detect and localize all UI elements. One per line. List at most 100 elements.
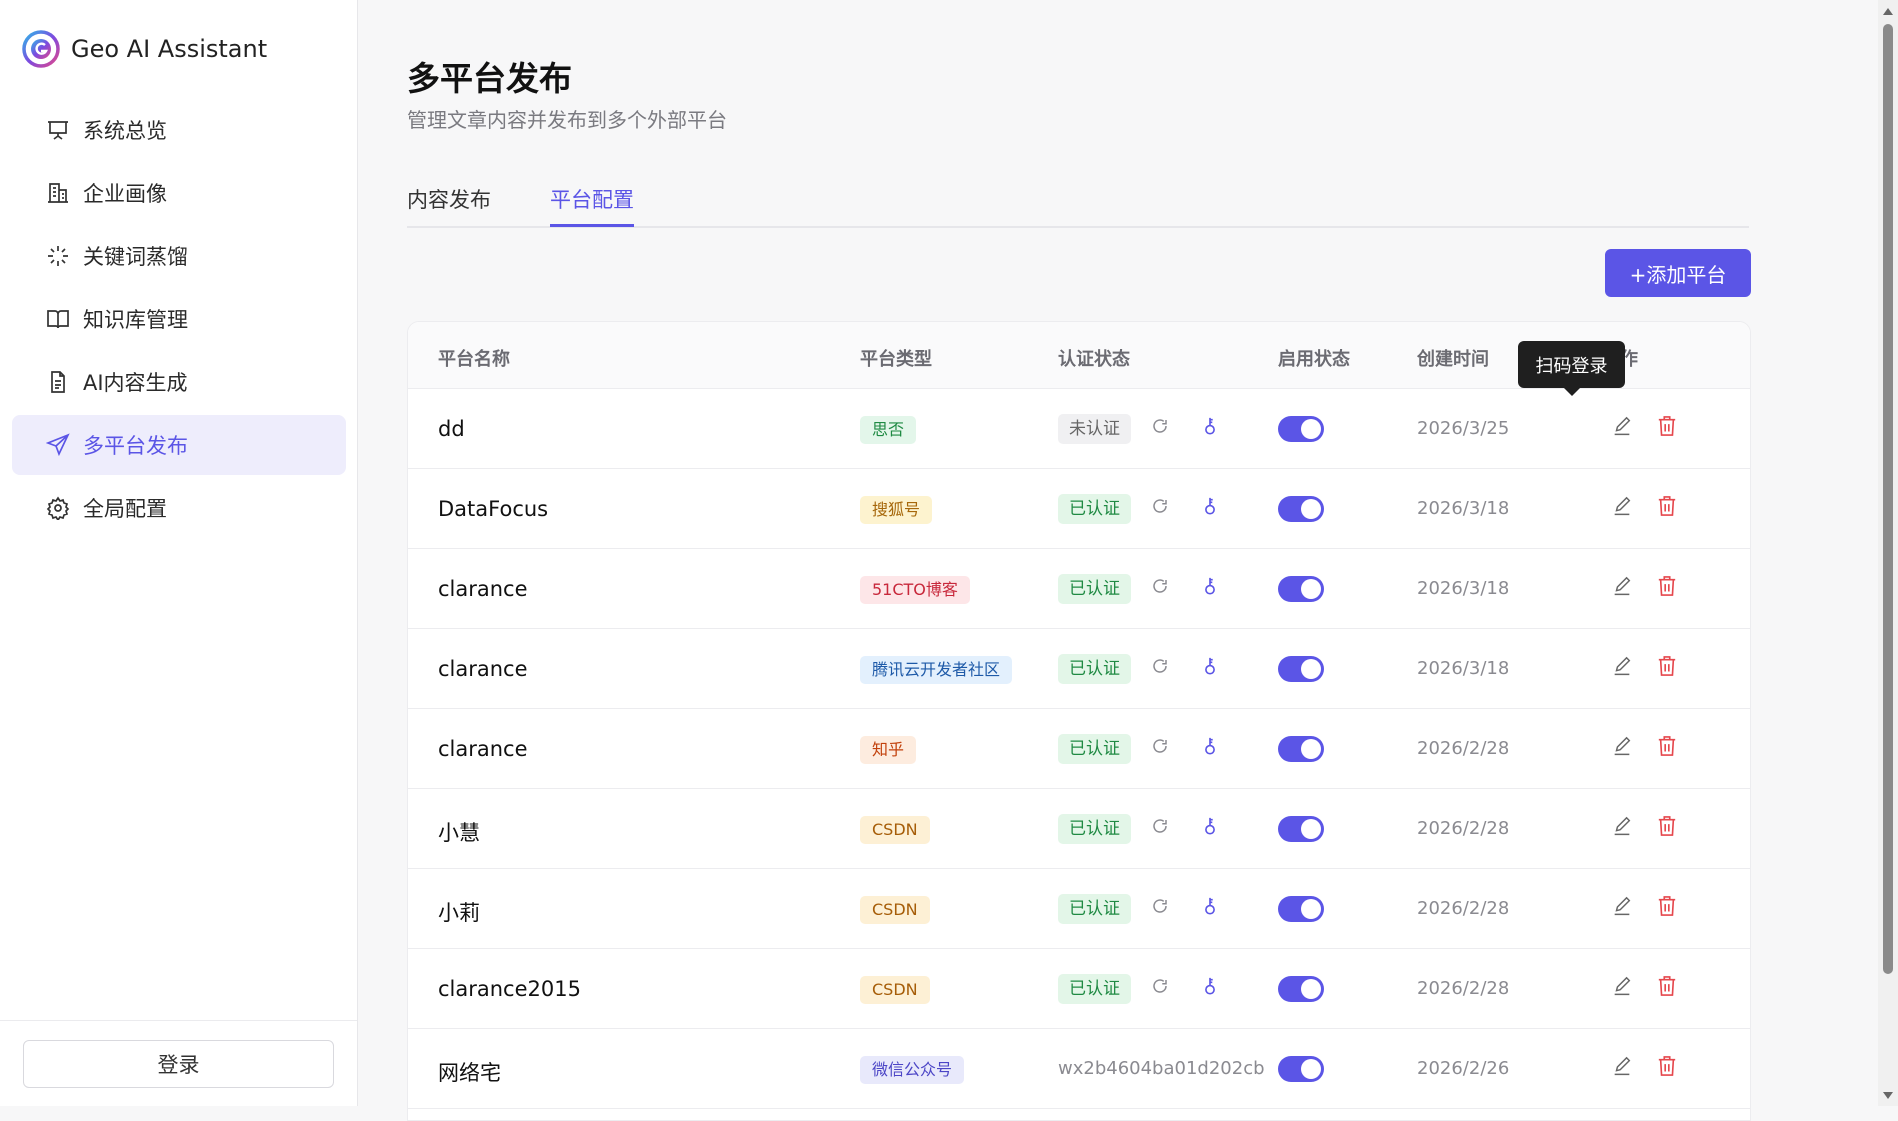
- toggle-switch[interactable]: [1278, 496, 1324, 522]
- delete-icon[interactable]: [1657, 655, 1677, 677]
- key-icon[interactable]: [1202, 896, 1218, 916]
- delete-icon[interactable]: [1657, 895, 1677, 917]
- key-icon[interactable]: [1202, 496, 1218, 516]
- enabled-toggle[interactable]: [1278, 816, 1324, 842]
- delete-icon[interactable]: [1657, 975, 1677, 997]
- enabled-toggle[interactable]: [1278, 496, 1324, 522]
- key-icon[interactable]: [1202, 416, 1218, 436]
- platform-name: clarance2015: [438, 977, 581, 1001]
- tab-content-publish[interactable]: 内容发布: [407, 184, 491, 224]
- sidebar-item-keyword-distill[interactable]: 关键词蒸馏: [12, 226, 346, 286]
- platform-type-tag: CSDN: [860, 816, 930, 844]
- add-platform-button[interactable]: +添加平台: [1605, 249, 1751, 297]
- platform-type-tag: 51CTO博客: [860, 576, 970, 604]
- key-icon[interactable]: [1202, 816, 1218, 836]
- toggle-switch[interactable]: [1278, 816, 1324, 842]
- gear-icon: [45, 495, 71, 521]
- table-body: dd 思否 未认证 2026/3/25 DataFocus 搜狐号 已认证 20…: [408, 389, 1750, 1109]
- presentation-icon: [45, 117, 71, 143]
- toggle-switch[interactable]: [1278, 736, 1324, 762]
- edit-icon[interactable]: [1611, 1056, 1633, 1078]
- delete-icon[interactable]: [1657, 495, 1677, 517]
- created-date: 2026/2/28: [1417, 818, 1510, 839]
- enabled-toggle[interactable]: [1278, 976, 1324, 1002]
- scan-login-tooltip: 扫码登录: [1518, 341, 1625, 396]
- book-open-icon: [45, 306, 71, 332]
- sidebar-item-ai-content[interactable]: AI内容生成: [12, 352, 346, 412]
- table-row: clarance2015 CSDN 已认证 2026/2/28: [408, 949, 1750, 1029]
- auth-status-badge: 已认证: [1058, 974, 1131, 1004]
- delete-icon[interactable]: [1657, 735, 1677, 757]
- scrollbar-thumb[interactable]: [1883, 24, 1893, 974]
- platform-type-tag: 思否: [860, 416, 917, 444]
- refresh-icon[interactable]: [1151, 977, 1169, 995]
- edit-icon[interactable]: [1611, 896, 1633, 918]
- refresh-icon[interactable]: [1151, 817, 1169, 835]
- sidebar-item-multi-publish[interactable]: 多平台发布: [12, 415, 346, 475]
- sidebar-item-knowledge-base[interactable]: 知识库管理: [12, 289, 346, 349]
- toggle-switch[interactable]: [1278, 416, 1324, 442]
- enabled-toggle[interactable]: [1278, 656, 1324, 682]
- edit-icon[interactable]: [1611, 416, 1633, 438]
- key-icon[interactable]: [1202, 736, 1218, 756]
- key-icon[interactable]: [1202, 656, 1218, 676]
- tab-platform-config[interactable]: 平台配置: [550, 184, 634, 227]
- toggle-switch[interactable]: [1278, 1056, 1324, 1082]
- created-date: 2026/2/28: [1417, 738, 1510, 759]
- refresh-icon[interactable]: [1151, 497, 1169, 515]
- app-logo-icon: [22, 30, 60, 68]
- toggle-switch[interactable]: [1278, 576, 1324, 602]
- enabled-toggle[interactable]: [1278, 576, 1324, 602]
- toggle-switch[interactable]: [1278, 656, 1324, 682]
- main-content: 多平台发布 管理文章内容并发布到多个外部平台 内容发布 平台配置 +添加平台 平…: [358, 0, 1878, 1121]
- brand[interactable]: Geo AI Assistant: [22, 30, 267, 68]
- delete-icon[interactable]: [1657, 575, 1677, 597]
- document-icon: [45, 369, 71, 395]
- sidebar-item-label: 知识库管理: [83, 308, 188, 332]
- delete-icon[interactable]: [1657, 1055, 1677, 1077]
- platform-type-tag: 腾讯云开发者社区: [860, 656, 1013, 684]
- refresh-icon[interactable]: [1151, 577, 1169, 595]
- delete-icon[interactable]: [1657, 815, 1677, 837]
- refresh-icon[interactable]: [1151, 657, 1169, 675]
- enabled-toggle[interactable]: [1278, 896, 1324, 922]
- edit-icon[interactable]: [1611, 736, 1633, 758]
- enabled-toggle[interactable]: [1278, 1056, 1324, 1082]
- refresh-icon[interactable]: [1151, 897, 1169, 915]
- scroll-down-arrow-icon[interactable]: [1883, 1092, 1893, 1099]
- created-date: 2026/3/18: [1417, 498, 1510, 519]
- sidebar-item-global-config[interactable]: 全局配置: [12, 478, 346, 538]
- table-row: clarance 腾讯云开发者社区 已认证 2026/3/18: [408, 629, 1750, 709]
- refresh-icon[interactable]: [1151, 417, 1169, 435]
- sidebar-item-enterprise-profile[interactable]: 企业画像: [12, 163, 346, 223]
- platform-name: 网络宅: [438, 1061, 501, 1085]
- scrollbar[interactable]: [1878, 0, 1898, 1106]
- scroll-up-arrow-icon[interactable]: [1883, 8, 1893, 15]
- platform-table: 平台名称 平台类型 认证状态 启用状态 创建时间 操作 dd 思否 未认证 20…: [407, 321, 1751, 1121]
- table-row: dd 思否 未认证 2026/3/25: [408, 389, 1750, 469]
- refresh-icon[interactable]: [1151, 737, 1169, 755]
- toggle-switch[interactable]: [1278, 896, 1324, 922]
- login-button[interactable]: 登录: [23, 1040, 334, 1088]
- sidebar-item-overview[interactable]: 系统总览: [12, 100, 346, 160]
- edit-icon[interactable]: [1611, 816, 1633, 838]
- key-icon[interactable]: [1202, 976, 1218, 996]
- enabled-toggle[interactable]: [1278, 736, 1324, 762]
- created-date: 2026/3/25: [1417, 418, 1510, 439]
- edit-icon[interactable]: [1611, 976, 1633, 998]
- toggle-switch[interactable]: [1278, 976, 1324, 1002]
- app-name: Geo AI Assistant: [71, 35, 268, 63]
- edit-icon[interactable]: [1611, 496, 1633, 518]
- tab-bar: 内容发布 平台配置: [407, 178, 1749, 228]
- table-row: clarance 知乎 已认证 2026/2/28: [408, 709, 1750, 789]
- auth-status-badge: 已认证: [1058, 574, 1131, 604]
- created-date: 2026/3/18: [1417, 578, 1510, 599]
- created-date: 2026/2/28: [1417, 898, 1510, 919]
- sidebar-item-label: 系统总览: [83, 119, 167, 143]
- enabled-toggle[interactable]: [1278, 416, 1324, 442]
- key-icon[interactable]: [1202, 576, 1218, 596]
- edit-icon[interactable]: [1611, 576, 1633, 598]
- column-header-name: 平台名称: [438, 349, 510, 370]
- delete-icon[interactable]: [1657, 415, 1677, 437]
- edit-icon[interactable]: [1611, 656, 1633, 678]
